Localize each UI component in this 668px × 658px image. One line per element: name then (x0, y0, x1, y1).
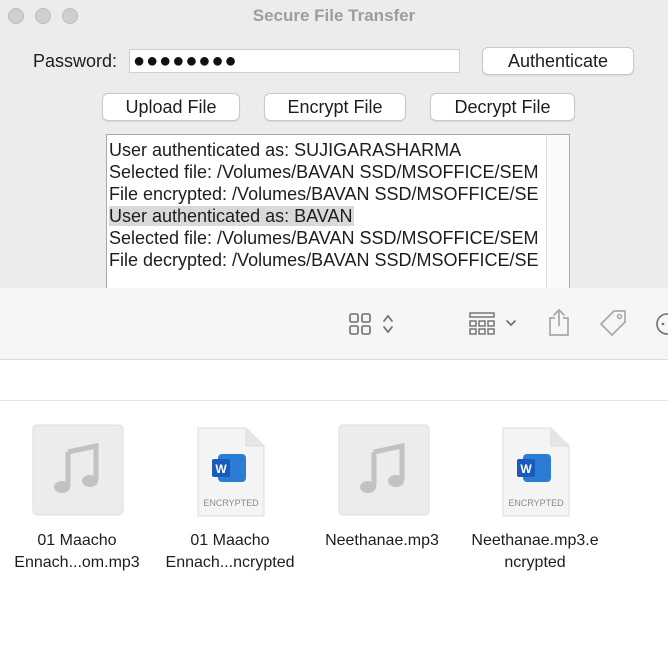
upload-file-button[interactable]: Upload File (102, 93, 240, 121)
file-name: 01 Maacho Ennach...om.mp3 (2, 530, 152, 574)
more-options-icon[interactable] (655, 312, 668, 336)
password-label: Password: (33, 51, 118, 71)
file-name: Neethanae.mp3 (307, 530, 457, 552)
log-text-area[interactable]: User authenticated as: SUJIGARASHARMA Sel… (106, 134, 570, 288)
log-line: User authenticated as: SUJIGARASHARMA (109, 139, 546, 161)
title-bar: Secure File Transfer (0, 0, 668, 34)
log-line: File encrypted: /Volumes/BAVAN SSD/MSOFF… (109, 183, 546, 205)
file-name-line: Neethanae.mp3.e (471, 532, 599, 549)
encrypt-file-button[interactable]: Encrypt File (264, 93, 406, 121)
group-by-icon[interactable] (469, 312, 519, 336)
password-field[interactable]: ●●●●●●●● (129, 49, 460, 73)
file-name-line: 01 Maacho (37, 532, 117, 549)
decrypt-file-button[interactable]: Decrypt File (430, 93, 575, 121)
music-note-icon (32, 424, 124, 516)
finder-path-bar (0, 360, 668, 401)
encrypted-badge: ENCRYPTED (203, 498, 259, 508)
log-line: File decrypted: /Volumes/BAVAN SSD/MSOFF… (109, 249, 546, 271)
secure-file-transfer-window: Secure File Transfer Password: ●●●●●●●● … (0, 0, 668, 288)
log-line-text: User authenticated as: BAVAN (109, 206, 355, 226)
log-line: User authenticated as: BAVAN (109, 205, 546, 227)
file-name-line: Ennach...om.mp3 (14, 554, 140, 571)
authenticate-button[interactable]: Authenticate (482, 47, 634, 75)
share-icon[interactable] (547, 308, 571, 338)
file-name: Neethanae.mp3.e ncrypted (460, 530, 610, 574)
icon-view-toggle-icon[interactable] (349, 312, 397, 336)
log-line-text: Selected file: /Volumes/BAVAN SSD/MSOFFI… (109, 162, 539, 182)
encrypted-badge: ENCRYPTED (508, 498, 564, 508)
log-line: Selected file: /Volumes/BAVAN SSD/MSOFFI… (109, 227, 546, 249)
log-line-text: File encrypted: /Volumes/BAVAN SSD/MSOFF… (109, 184, 539, 204)
svg-text:W: W (215, 462, 227, 476)
file-name: 01 Maacho Ennach...ncrypted (155, 530, 305, 574)
music-note-icon (338, 424, 430, 516)
log-line-text: User authenticated as: SUJIGARASHARMA (109, 140, 462, 160)
window-title: Secure File Transfer (252, 6, 416, 25)
log-line-text: Selected file: /Volumes/BAVAN SSD/MSOFFI… (109, 228, 539, 248)
file-name-line: Ennach...ncrypted (165, 554, 295, 571)
log-line-text: File decrypted: /Volumes/BAVAN SSD/MSOFF… (109, 250, 539, 270)
log-line: Selected file: /Volumes/BAVAN SSD/MSOFFI… (109, 161, 546, 183)
file-name-line: ncrypted (504, 554, 566, 571)
svg-text:W: W (520, 462, 532, 476)
file-name-line: Neethanae.mp3 (325, 532, 439, 549)
finder-toolbar (0, 288, 668, 360)
tag-icon[interactable] (598, 308, 628, 338)
log-scrollbar[interactable] (546, 135, 569, 288)
file-name-line: 01 Maacho (190, 532, 270, 549)
log-lines: User authenticated as: SUJIGARASHARMA Sel… (109, 139, 546, 271)
